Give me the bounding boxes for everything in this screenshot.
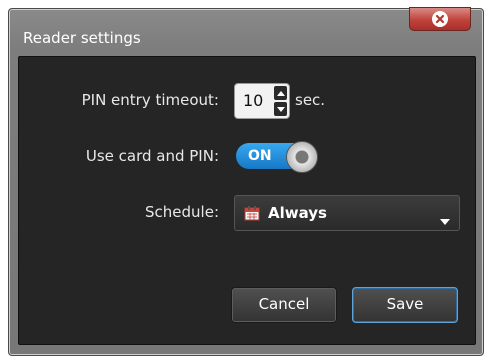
schedule-value: Always (268, 204, 327, 222)
pin-timeout-stepper[interactable]: 10 (234, 83, 290, 119)
increment-button[interactable] (274, 86, 287, 100)
pin-timeout-value[interactable]: 10 (243, 91, 263, 110)
save-button[interactable]: Save (352, 287, 458, 323)
schedule-select[interactable]: Always (234, 195, 460, 231)
card-and-pin-toggle[interactable]: ON (236, 141, 320, 173)
settings-panel: PIN entry timeout: 10 sec. Use card and … (18, 56, 476, 345)
dialog-title: Reader settings (23, 29, 141, 47)
close-icon (432, 11, 448, 27)
chevron-down-icon (276, 106, 285, 112)
chevron-down-icon (440, 210, 450, 229)
toggle-state: ON (248, 148, 272, 164)
chevron-up-icon (276, 90, 285, 96)
calendar-icon (244, 205, 260, 225)
pin-timeout-label: PIN entry timeout: (81, 91, 219, 109)
card-and-pin-label: Use card and PIN: (85, 147, 219, 165)
cancel-button[interactable]: Cancel (231, 287, 337, 323)
toggle-knob[interactable] (286, 141, 318, 173)
title-bar: Reader settings (9, 7, 483, 55)
schedule-label: Schedule: (145, 203, 219, 221)
pin-timeout-unit: sec. (295, 91, 326, 109)
reader-settings-dialog: Reader settings PIN entry timeout: 10 se… (8, 7, 484, 356)
close-button[interactable] (409, 7, 471, 31)
decrement-button[interactable] (274, 102, 287, 116)
